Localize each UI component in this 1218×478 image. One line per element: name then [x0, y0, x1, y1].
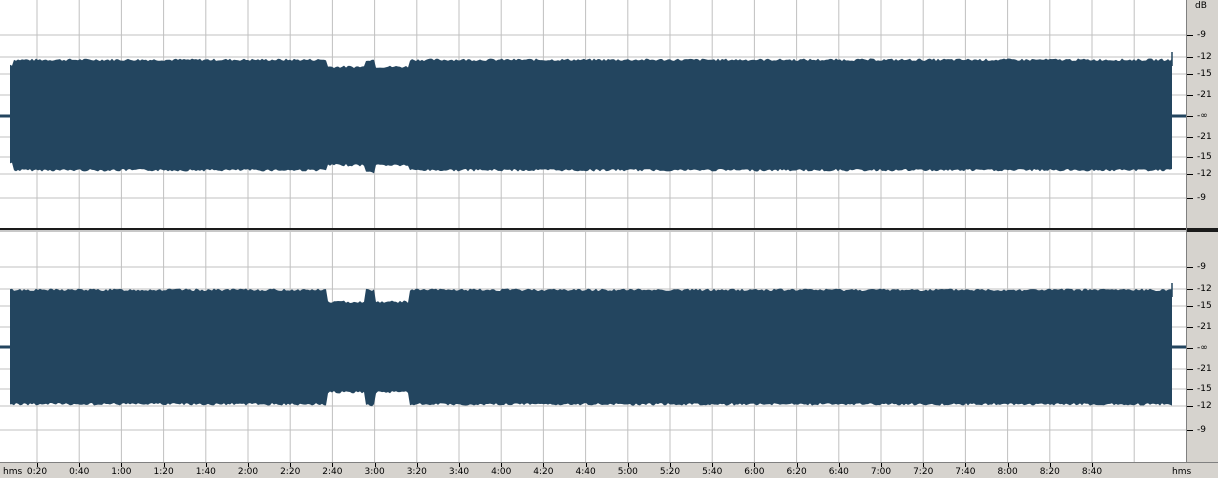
db-label: -∞: [1197, 111, 1208, 121]
time-label: 8:20: [1039, 467, 1060, 477]
db-ruler-channel-1: dB -9 -12 -15 -21 -∞ -21 -15 -12 -9: [1187, 0, 1218, 228]
db-tick: [1187, 157, 1193, 158]
db-label: -9: [1197, 30, 1206, 40]
db-tick: [1187, 369, 1193, 370]
ch2-waveform-body: [10, 288, 1172, 407]
time-label: 2:00: [237, 467, 259, 477]
time-ruler[interactable]: hms hms 0:20 0:40 1:00 1:20 1:40 2:00 2:20 2:40…: [0, 462, 1218, 478]
time-label: 2:20: [280, 467, 301, 477]
db-label: -9: [1197, 193, 1206, 203]
time-label: 5:40: [702, 467, 723, 477]
db-label: -12: [1197, 284, 1212, 294]
time-label: 5:20: [659, 467, 681, 477]
ch1-silence-segment: [0, 114, 12, 118]
ch1-waveform-body: [10, 58, 1172, 174]
time-label: 0:40: [69, 467, 90, 477]
db-label: -21: [1197, 364, 1212, 374]
db-label: -9: [1197, 262, 1206, 272]
db-tick: [1187, 306, 1193, 307]
db-label: -15: [1197, 384, 1212, 394]
db-tick: [1187, 430, 1193, 431]
db-tick: [1187, 289, 1193, 290]
channel-1-waveform-graphic: [0, 0, 1186, 228]
db-label: -12: [1197, 169, 1212, 179]
db-label: -12: [1197, 52, 1212, 62]
db-label: -∞: [1197, 343, 1208, 353]
db-ruler-channel-2: -9 -12 -15 -21 -∞ -21 -15 -12 -9: [1187, 232, 1218, 462]
time-unit-right: hms: [1172, 467, 1192, 477]
time-label: 0:20: [26, 467, 48, 477]
db-label: -12: [1197, 401, 1212, 411]
time-label: 5:00: [617, 467, 638, 477]
time-label: 7:40: [955, 467, 976, 477]
time-label: 6:00: [744, 467, 765, 477]
channel-2-waveform-graphic: [0, 232, 1186, 462]
db-tick: [1187, 174, 1193, 175]
time-label: 3:40: [448, 467, 470, 477]
time-label: 3:20: [406, 467, 427, 477]
db-label: -9: [1197, 425, 1206, 435]
db-ruler: dB -9 -12 -15 -21 -∞ -21 -15 -12 -9 -9 -12 -15 -21-…: [1186, 0, 1218, 462]
ch2-silence-segment: [1170, 345, 1186, 349]
db-tick: [1187, 116, 1193, 117]
db-tick: [1187, 95, 1193, 96]
time-label: 7:00: [870, 467, 892, 477]
time-label: 4:00: [491, 467, 512, 477]
time-label: 1:00: [111, 467, 132, 477]
time-label: 6:40: [828, 467, 849, 477]
channel-2-waveform[interactable]: [0, 232, 1186, 462]
ch2-silence-segment: [0, 345, 12, 349]
db-tick: [1187, 198, 1193, 199]
db-label: -21: [1197, 90, 1212, 100]
time-label: 7:20: [913, 467, 934, 477]
waveform-area[interactable]: [0, 0, 1186, 462]
db-label: -21: [1197, 322, 1212, 332]
db-label: -15: [1197, 301, 1212, 311]
time-label: 8:40: [1081, 467, 1103, 477]
db-label: -15: [1197, 69, 1212, 79]
db-label: -21: [1197, 132, 1212, 142]
time-unit-left: hms: [3, 467, 23, 477]
db-tick: [1187, 348, 1193, 349]
channel-1-waveform[interactable]: [0, 0, 1186, 228]
time-label: 6:20: [786, 467, 807, 477]
db-tick: [1187, 57, 1193, 58]
time-label: 3:00: [364, 467, 385, 477]
time-label: 4:20: [533, 467, 554, 477]
db-tick: [1187, 267, 1193, 268]
db-label: -15: [1197, 152, 1212, 162]
ch1-silence-segment: [1170, 114, 1186, 118]
time-label: 4:40: [575, 467, 596, 477]
db-tick: [1187, 406, 1193, 407]
time-label: 1:40: [195, 467, 216, 477]
time-label: 8:00: [997, 467, 1018, 477]
db-tick: [1187, 137, 1193, 138]
db-tick: [1187, 327, 1193, 328]
time-label: 1:20: [153, 467, 174, 477]
waveform-editor: dB -9 -12 -15 -21 -∞ -21 -15 -12 -9 -9 -12 -15 -21-…: [0, 0, 1218, 478]
time-label: 2:40: [322, 467, 343, 477]
db-tick: [1187, 389, 1193, 390]
db-tick: [1187, 74, 1193, 75]
db-unit-label: dB: [1195, 1, 1207, 11]
db-tick: [1187, 35, 1193, 36]
